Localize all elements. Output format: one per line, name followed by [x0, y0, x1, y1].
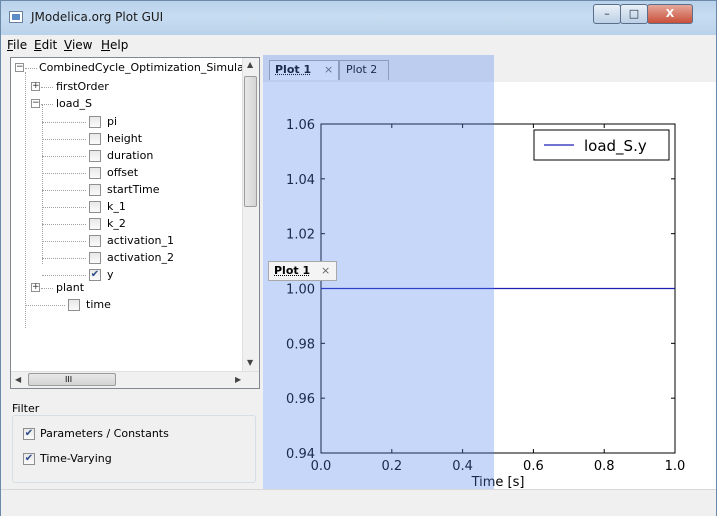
tree-item-label: startTime: [107, 183, 160, 196]
variable-checkbox[interactable]: [89, 150, 101, 162]
variable-checkbox[interactable]: [89, 184, 101, 196]
variable-checkbox[interactable]: [89, 201, 101, 213]
variable-checkbox[interactable]: [89, 167, 101, 179]
variable-tree[interactable]: − CombinedCycle_Optimization_Simulator +…: [10, 57, 260, 389]
variable-checkbox[interactable]: [89, 116, 101, 128]
x-tick-label: 0.6: [523, 459, 544, 474]
tree-guide: [42, 122, 86, 123]
title-bar[interactable]: JModelica.org Plot GUI – □ X: [1, 1, 716, 35]
filter-box: ✔ Parameters / Constants ✔ Time-Varying: [12, 415, 256, 483]
time-varying-checkbox[interactable]: ✔: [23, 453, 35, 465]
tree-guide: [42, 241, 86, 242]
variable-checkbox[interactable]: [89, 252, 101, 264]
scroll-right-icon[interactable]: ▶: [235, 375, 241, 384]
filter-option-label: Parameters / Constants: [40, 427, 169, 440]
menu-file[interactable]: File: [7, 38, 27, 52]
tree-guide: [41, 87, 53, 88]
menu-view[interactable]: View: [64, 38, 92, 52]
parameters-checkbox[interactable]: ✔: [23, 428, 35, 440]
tree-node-label: plant: [56, 281, 85, 294]
time-checkbox[interactable]: [68, 299, 80, 311]
window-title: JModelica.org Plot GUI: [31, 10, 164, 24]
tree-guide: [42, 207, 86, 208]
x-tick-label: 0.8: [594, 459, 615, 474]
variable-checkbox[interactable]: ✔: [89, 269, 101, 281]
scroll-thumb[interactable]: [244, 76, 257, 207]
tree-guide: [42, 156, 86, 157]
tree-item-label: activation_2: [107, 251, 174, 264]
tree-guide: [41, 288, 53, 289]
tree-guide: [42, 190, 86, 191]
legend-label: load_S.y: [584, 137, 647, 156]
tree-guide: [25, 72, 26, 328]
menu-help[interactable]: Help: [101, 38, 128, 52]
tree-guide: [42, 275, 86, 276]
tree-guide: [42, 104, 43, 264]
filter-option-label: Time-Varying: [40, 452, 112, 465]
tree-guide: [41, 104, 53, 105]
tree-item-label: pi: [107, 115, 118, 128]
collapse-icon[interactable]: −: [31, 99, 40, 108]
filter-title: Filter: [12, 402, 40, 415]
menu-bar: File Edit View Help: [1, 35, 716, 55]
tree-item-label: activation_1: [107, 234, 174, 247]
variable-checkbox[interactable]: [89, 235, 101, 247]
expand-icon[interactable]: +: [31, 82, 40, 91]
tree-item-label: k_1: [107, 200, 126, 213]
scroll-thumb[interactable]: III: [28, 373, 116, 386]
menu-edit[interactable]: Edit: [34, 38, 57, 52]
tree-guide: [25, 68, 37, 69]
tree-guide: [42, 224, 86, 225]
scroll-down-icon[interactable]: ▼: [247, 358, 253, 367]
tab-label: Plot 1: [274, 264, 311, 277]
filter-group: Filter ✔ Parameters / Constants ✔ Time-V…: [10, 393, 260, 489]
tree-item-label: height: [107, 132, 143, 145]
tree-guide: [42, 139, 86, 140]
status-bar: [1, 489, 716, 516]
close-tab-icon[interactable]: ×: [321, 262, 330, 280]
variable-panel: − CombinedCycle_Optimization_Simulator +…: [5, 55, 260, 489]
tree-guide: [42, 258, 86, 259]
app-window: JModelica.org Plot GUI – □ X File Edit V…: [0, 0, 717, 516]
collapse-icon[interactable]: −: [15, 63, 24, 72]
tree-item-label: k_2: [107, 217, 126, 230]
expand-icon[interactable]: +: [31, 283, 40, 292]
tree-item-label: time: [86, 298, 111, 311]
tree-item-label: duration: [107, 149, 154, 162]
tree-guide: [42, 173, 86, 174]
dragged-tab-plot-1[interactable]: Plot 1 ×: [268, 261, 337, 281]
scroll-left-icon[interactable]: ◀: [15, 375, 21, 384]
variable-checkbox[interactable]: [89, 218, 101, 230]
scroll-up-icon[interactable]: ▲: [247, 60, 253, 69]
app-icon: [9, 11, 23, 23]
tree-guide: [25, 305, 65, 306]
maximize-button[interactable]: □: [620, 4, 648, 24]
close-button[interactable]: X: [647, 4, 693, 24]
tree-horizontal-scrollbar[interactable]: ◀ III ▶: [11, 371, 259, 388]
tree-item-label: offset: [107, 166, 139, 179]
tree-root-label: CombinedCycle_Optimization_Simulator: [39, 61, 260, 74]
x-tick-label: 1.0: [665, 459, 686, 474]
minimize-button[interactable]: –: [593, 4, 621, 24]
tree-node-label: firstOrder: [56, 80, 109, 93]
tree-node-label: load_S: [56, 97, 92, 110]
tree-item-label: y: [107, 268, 114, 281]
variable-checkbox[interactable]: [89, 133, 101, 145]
tree-vertical-scrollbar[interactable]: ▲ ▼: [242, 58, 259, 372]
scroll-grip: III: [65, 375, 73, 384]
